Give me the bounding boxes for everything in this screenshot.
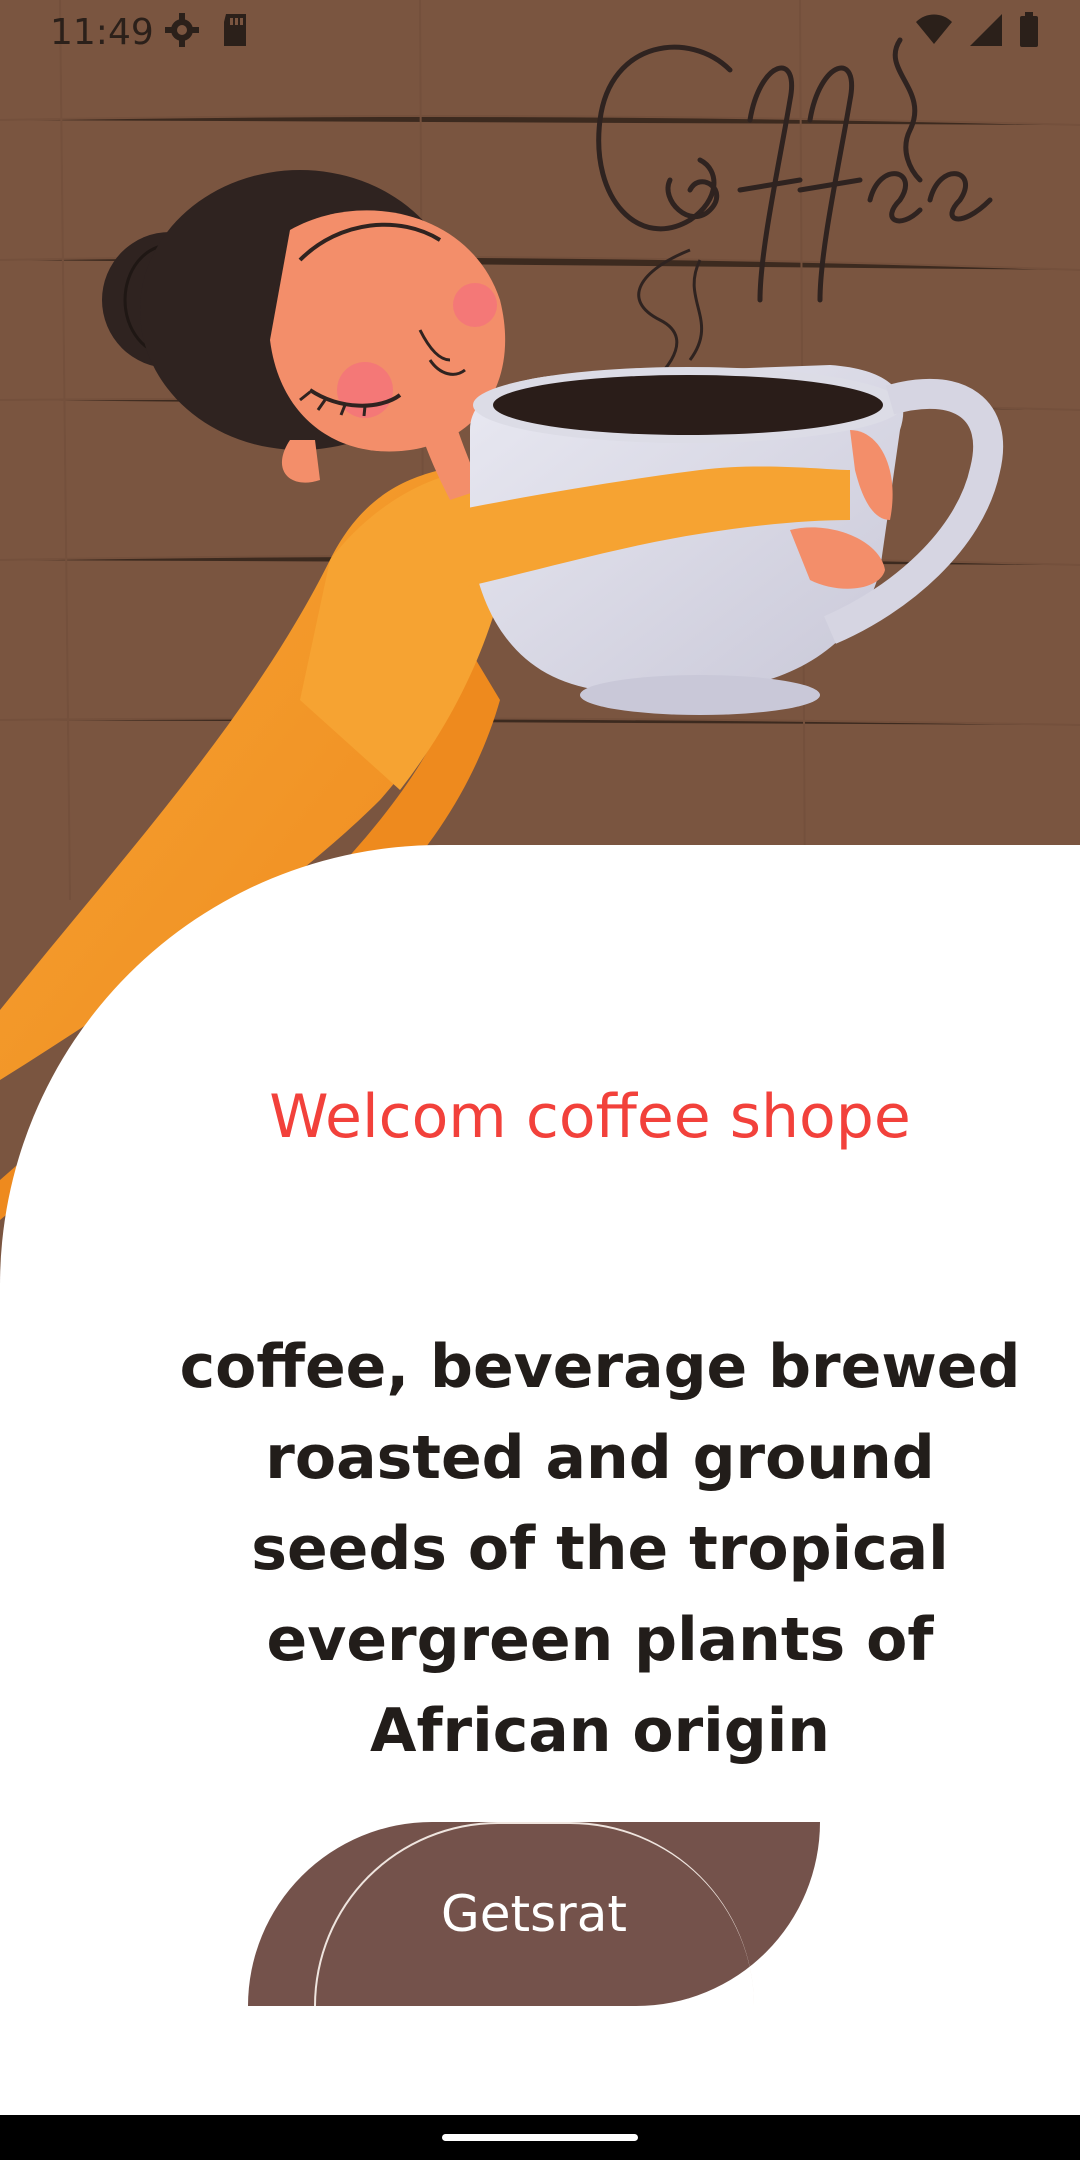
sd-card-icon [224, 14, 246, 46]
settings-gear-icon [165, 13, 199, 47]
status-bar: 11:49 [0, 0, 1080, 66]
battery-icon [1020, 12, 1038, 47]
wifi-icon [916, 14, 952, 44]
get-started-label: Getsrat [441, 1885, 627, 1943]
cell-signal-icon [970, 14, 1002, 46]
home-gesture-handle[interactable] [442, 2134, 638, 2141]
welcome-title: Welcom coffee shope [269, 1082, 911, 1152]
welcome-description: coffee, beverage brewed roasted and grou… [179, 1332, 1021, 1766]
get-started-button[interactable]: Getsrat [248, 1822, 820, 2006]
navigation-bar [0, 2115, 1080, 2160]
status-left-icons [164, 12, 250, 48]
status-right-icons [914, 12, 1040, 48]
status-time: 11:49 [50, 12, 154, 53]
